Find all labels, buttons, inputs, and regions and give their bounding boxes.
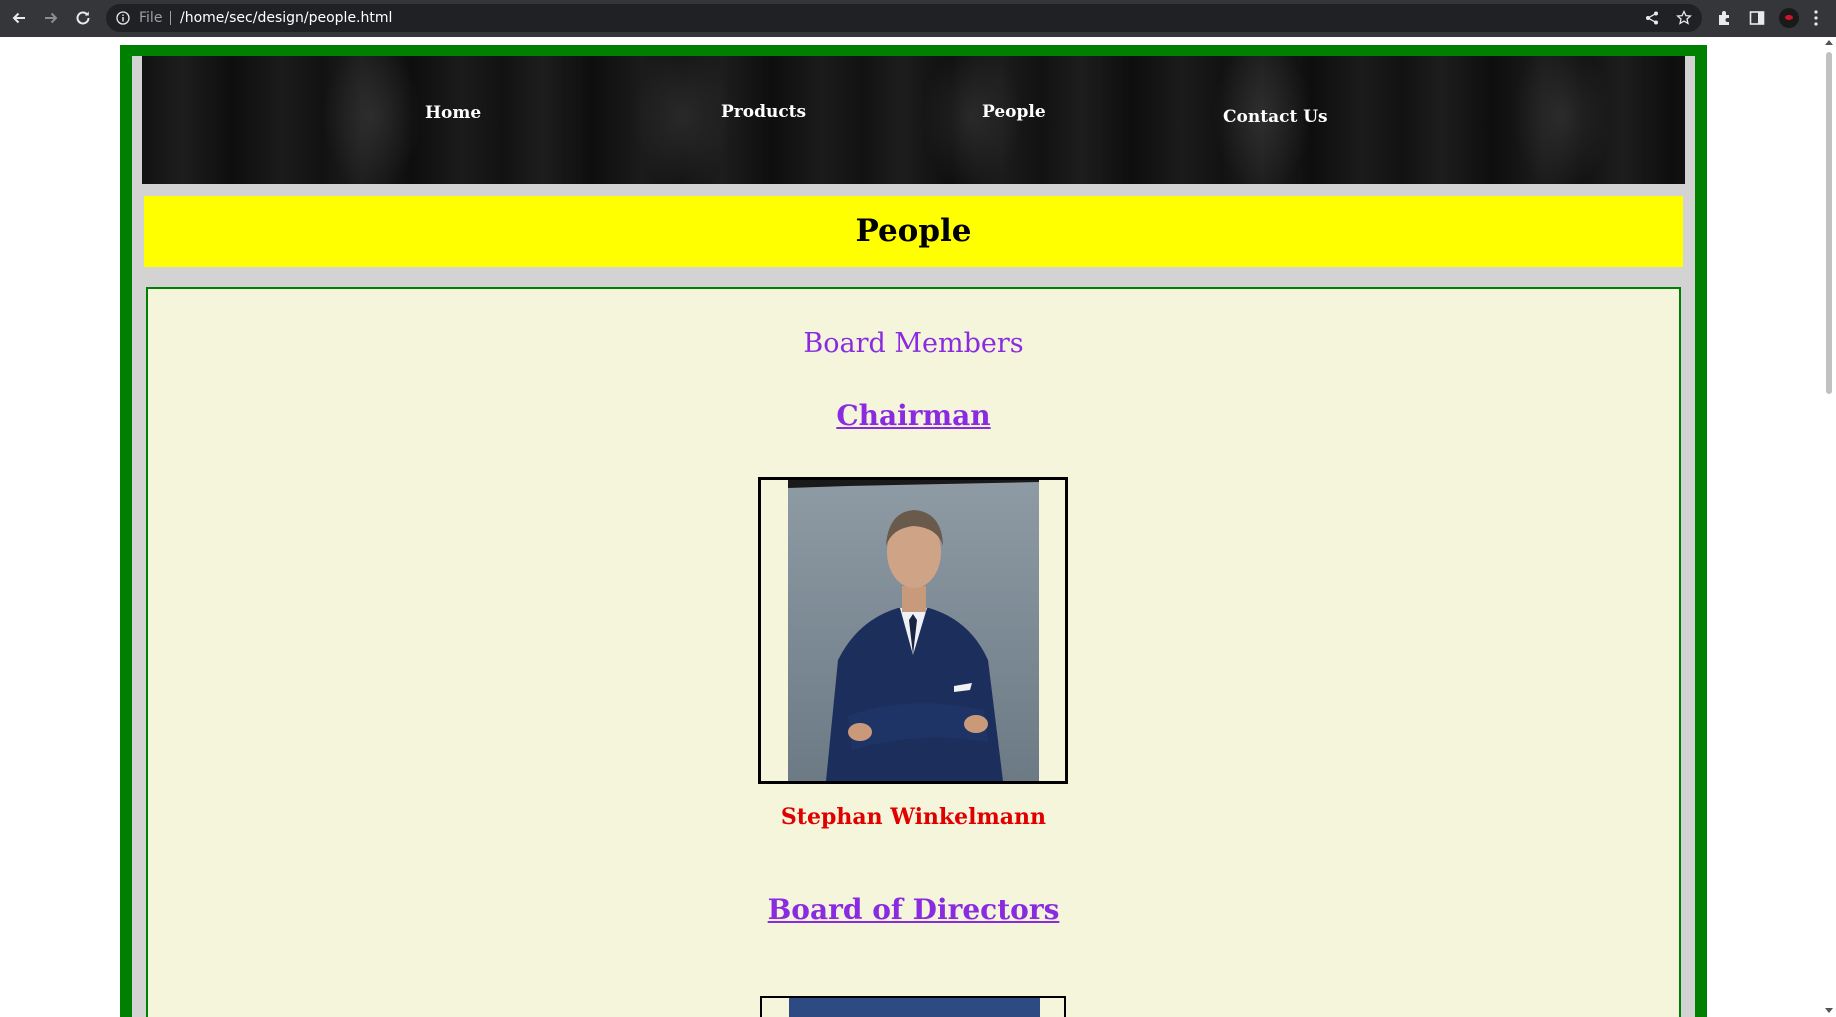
side-panel-icon [1749, 11, 1765, 25]
chairman-photo [788, 480, 1039, 781]
page-container: Home Products People Contact Us People B… [132, 56, 1695, 1017]
chairman-photo-frame [758, 477, 1068, 784]
address-bar[interactable]: File /home/sec/design/people.html [106, 4, 1702, 32]
director-photo-frame [760, 996, 1066, 1017]
nav-home-link[interactable]: Home [425, 103, 481, 123]
back-button[interactable] [6, 5, 32, 31]
page-scrollbar[interactable] [1822, 37, 1836, 1017]
page-banner: People [144, 196, 1683, 267]
nav-people-link[interactable]: People [982, 102, 1046, 122]
content-panel: Board Members Chairman Stephan Winkelman… [146, 287, 1681, 1017]
profile-button[interactable] [1779, 8, 1799, 28]
chairman-name: Stephan Winkelmann [780, 804, 1047, 830]
nav-products-link[interactable]: Products [721, 102, 806, 122]
scroll-down-arrow-icon[interactable] [1825, 1008, 1833, 1013]
page-frame: Home Products People Contact Us People B… [120, 45, 1707, 1017]
puzzle-icon [1719, 11, 1729, 25]
board-of-directors-link[interactable]: Board of Directors [148, 893, 1679, 926]
nav-contact-link[interactable]: Contact Us [1223, 107, 1328, 127]
share-icon[interactable] [1644, 10, 1660, 26]
extensions-button[interactable] [1715, 8, 1735, 28]
info-icon[interactable] [116, 11, 130, 25]
menu-button[interactable] [1809, 8, 1823, 28]
arrow-right-icon [45, 12, 58, 24]
url-text[interactable]: /home/sec/design/people.html [180, 4, 392, 32]
arrow-left-icon [12, 12, 25, 24]
side-panel-button[interactable] [1747, 8, 1767, 28]
kebab-menu-icon [1814, 10, 1818, 26]
scroll-up-arrow-icon[interactable] [1825, 40, 1833, 45]
url-separator [170, 11, 171, 25]
forward-button[interactable] [38, 5, 64, 31]
chairman-link[interactable]: Chairman [148, 399, 1679, 432]
board-members-heading: Board Members [803, 328, 1024, 359]
avatar [1779, 8, 1799, 28]
site-nav: Home Products People Contact Us [142, 56, 1685, 184]
url-scheme-label: File [139, 10, 163, 26]
bookmark-star-icon[interactable] [1676, 10, 1692, 26]
scrollbar-thumb[interactable] [1826, 52, 1832, 394]
browser-toolbar: File /home/sec/design/people.html [0, 0, 1836, 37]
reload-icon [76, 11, 90, 25]
reload-button[interactable] [70, 5, 96, 31]
director-photo [789, 998, 1040, 1017]
page-title: People [855, 213, 972, 249]
